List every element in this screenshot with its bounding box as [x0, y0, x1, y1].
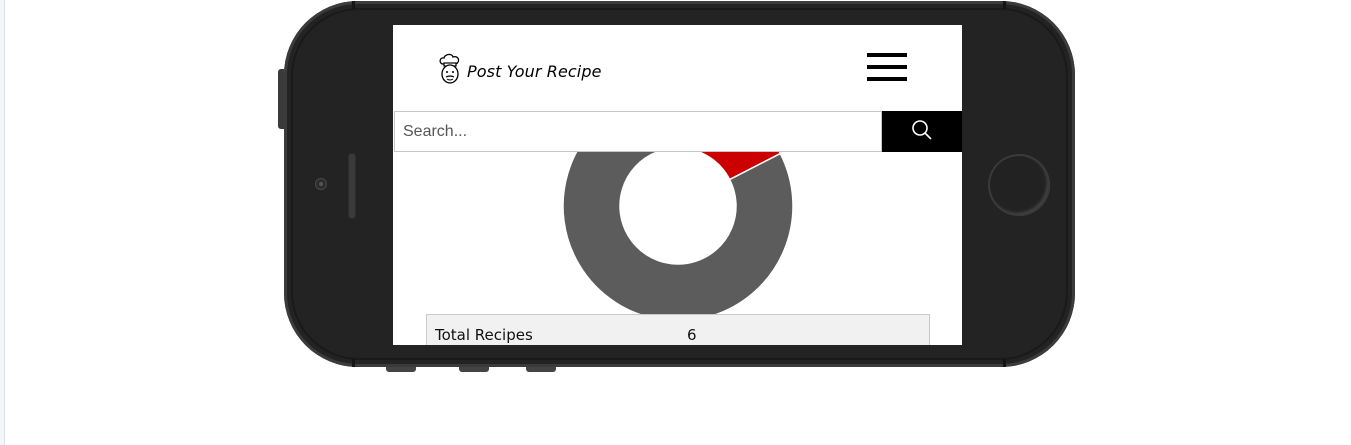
navbar: Post Your Recipe [393, 25, 962, 111]
frame-seam [1003, 359, 1006, 367]
total-recipes-value: 6 [687, 326, 697, 344]
hamburger-menu-icon[interactable] [867, 53, 907, 83]
recipe-donut-chart [561, 90, 795, 330]
menu-bar [867, 65, 907, 69]
speaker-grille [348, 153, 356, 219]
page-left-edge [0, 0, 5, 445]
side-button [459, 367, 489, 372]
side-button [386, 367, 416, 372]
donut-chart-svg [562, 90, 794, 322]
home-button[interactable] [988, 154, 1050, 216]
brand-name: Post Your Recipe [467, 62, 602, 81]
search-icon [911, 119, 933, 144]
side-button [526, 367, 556, 372]
stats-table: Total Recipes 6 [426, 314, 930, 345]
brand-link[interactable]: Post Your Recipe [437, 53, 602, 90]
frame-seam [352, 359, 355, 367]
chef-icon [437, 53, 463, 90]
camera-icon [315, 178, 327, 190]
phone-screen: Post Your Recipe Total Recipes 6 [393, 25, 962, 345]
donut-slice [562, 90, 794, 322]
search-bar [394, 111, 962, 152]
search-input[interactable] [394, 111, 882, 152]
frame-seam [1003, 1, 1006, 9]
menu-bar [867, 77, 907, 81]
total-recipes-label: Total Recipes [435, 326, 533, 344]
volume-button [278, 69, 284, 129]
frame-seam [352, 1, 355, 9]
menu-bar [867, 53, 907, 57]
search-button[interactable] [882, 111, 962, 152]
